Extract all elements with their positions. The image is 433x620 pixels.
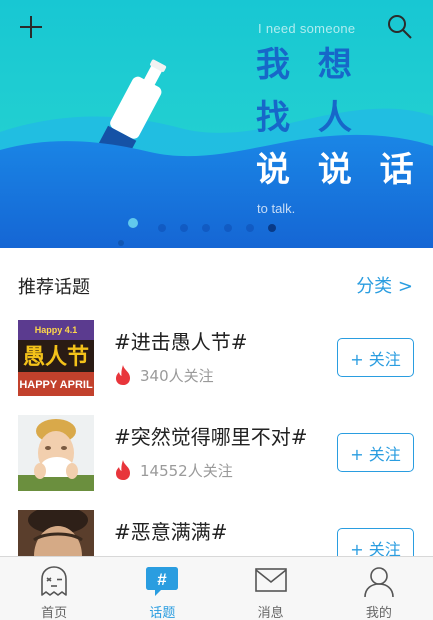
- carousel-dot[interactable]: [180, 224, 188, 232]
- person-icon: [364, 567, 394, 598]
- hero-banner[interactable]: I need someone 我 想 找 人 说 说 话 to talk.: [0, 0, 433, 248]
- tab-messages-label: 消息: [257, 606, 284, 620]
- tab-messages[interactable]: 消息: [217, 557, 325, 620]
- follow-button[interactable]: + 关注: [337, 338, 414, 377]
- app-root: I need someone 我 想 找 人 说 说 话 to talk. 推荐…: [0, 0, 433, 620]
- tab-topics-label: 话题: [149, 606, 176, 620]
- carousel-dot[interactable]: [224, 224, 232, 232]
- banner-headline-line2: 找 人: [256, 98, 360, 138]
- topic-follower-count: 14552人关注: [140, 462, 233, 480]
- topic-follower-count: 340人关注: [140, 367, 214, 385]
- topic-item[interactable]: Happy 4.1 愚人节 HAPPY APRIL #进击愚人节# 340人关注…: [0, 320, 433, 415]
- tab-topics[interactable]: # 话题: [108, 557, 216, 620]
- carousel-indicator: [158, 224, 276, 232]
- topic-title[interactable]: #进击愚人节#: [114, 326, 248, 355]
- banner-headline-line3: 说 说 话: [256, 150, 422, 190]
- tab-home-label: 首页: [41, 606, 68, 620]
- topic-thumbnail[interactable]: Happy 4.1 愚人节 HAPPY APRIL: [18, 320, 94, 396]
- svg-text:愚人节: 愚人节: [23, 345, 89, 370]
- carousel-dot[interactable]: [246, 224, 254, 232]
- category-link[interactable]: 分类 >: [356, 272, 413, 298]
- search-button[interactable]: [385, 12, 415, 42]
- carousel-dot-active[interactable]: [268, 224, 276, 232]
- topic-thumbnail[interactable]: [18, 415, 94, 491]
- ghost-icon: [41, 566, 67, 596]
- tab-profile[interactable]: 我的: [325, 557, 433, 620]
- follow-button[interactable]: + 关注: [337, 433, 414, 472]
- envelope-icon: [254, 568, 287, 592]
- add-button[interactable]: [16, 12, 46, 42]
- carousel-dot[interactable]: [202, 224, 210, 232]
- banner-headline-line1: 我 想: [256, 45, 360, 85]
- sneezing-boy-image: [18, 415, 94, 491]
- april-fools-image: Happy 4.1 愚人节 HAPPY APRIL: [18, 320, 94, 396]
- banner-tagline-bottom: to talk.: [257, 201, 296, 216]
- banner-tagline-top: I need someone: [258, 21, 356, 36]
- section-title: 推荐话题: [18, 277, 90, 298]
- search-icon: [388, 15, 412, 39]
- tab-home[interactable]: 首页: [0, 557, 108, 620]
- fire-icon: [116, 460, 130, 480]
- svg-text:HAPPY APRIL: HAPPY APRIL: [19, 379, 93, 391]
- topic-title[interactable]: #恶意满满#: [114, 516, 228, 545]
- recommended-topics-header: 推荐话题 分类 >: [0, 258, 433, 310]
- hashtag-icon: #: [146, 567, 179, 596]
- thumb-caption: Happy 4.1: [35, 325, 78, 335]
- fire-icon: [116, 365, 130, 385]
- carousel-dot[interactable]: [158, 224, 166, 232]
- plus-icon: [20, 16, 42, 38]
- svg-text:#: #: [158, 570, 168, 589]
- banner-background: [0, 0, 433, 248]
- topic-item[interactable]: #突然觉得哪里不对# 14552人关注 + 关注: [0, 415, 433, 510]
- tab-profile-label: 我的: [365, 606, 392, 620]
- topic-title[interactable]: #突然觉得哪里不对#: [114, 421, 308, 450]
- bottom-tab-bar: 首页 # 话题 消息 我的: [0, 556, 433, 620]
